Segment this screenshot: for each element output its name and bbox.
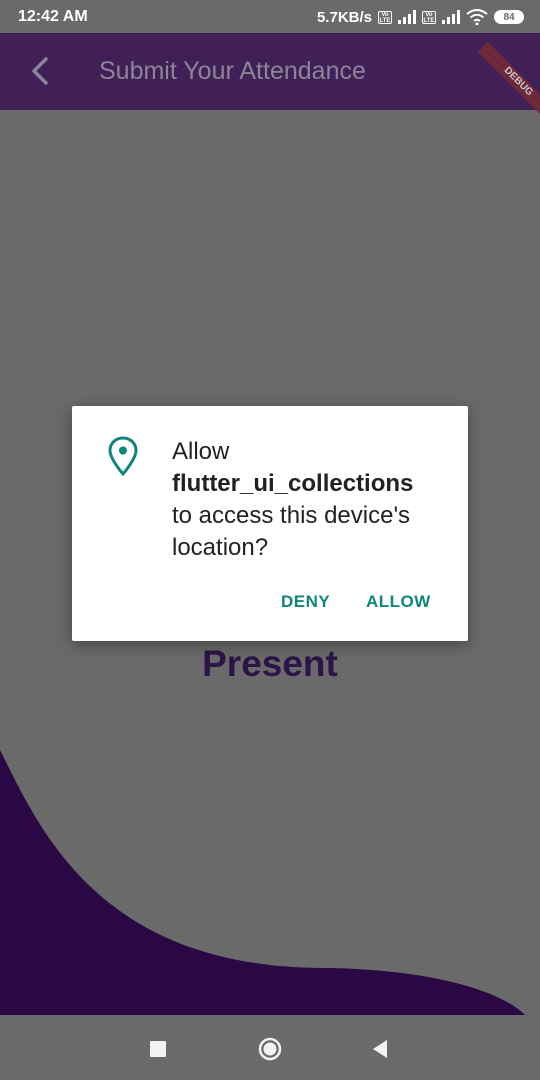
permission-prefix: Allow	[172, 438, 230, 465]
volte-icon: Vo LTE	[378, 10, 392, 24]
back-arrow-icon[interactable]	[22, 53, 58, 89]
signal-icon	[398, 10, 416, 24]
back-triangle-icon[interactable]	[366, 1035, 394, 1063]
network-speed: 5.7KB/s	[316, 8, 372, 26]
recents-square-icon[interactable]	[144, 1035, 172, 1063]
permission-app-name: flutter_ui_collections	[172, 470, 414, 497]
allow-button[interactable]: ALLOW	[366, 592, 431, 612]
status-bar: 12:42 AM 5.7KB/s Vo LTE Vo LTE 84	[0, 0, 540, 33]
status-time: 12:42 AM	[18, 8, 88, 25]
attendance-status-label: Present	[202, 643, 338, 684]
location-permission-dialog: Allow flutter_ui_collections to access t…	[72, 406, 468, 641]
battery-icon: 84	[494, 10, 524, 24]
permission-message: Allow flutter_ui_collections to access t…	[172, 436, 457, 564]
system-nav-bar	[0, 1015, 540, 1080]
location-pin-icon	[108, 436, 138, 476]
deny-button[interactable]: DENY	[281, 592, 330, 612]
status-icons: 5.7KB/s Vo LTE Vo LTE 84	[317, 7, 524, 27]
app-bar: Submit Your Attendance DEBUG	[0, 33, 540, 123]
page-title: Submit Your Attendance	[99, 57, 366, 85]
volte-icon-2: Vo LTE	[422, 10, 436, 24]
signal-icon-2	[442, 10, 460, 24]
permission-suffix: to access this device's location?	[172, 502, 411, 561]
wifi-icon	[466, 9, 488, 25]
home-circle-icon[interactable]	[256, 1035, 284, 1063]
